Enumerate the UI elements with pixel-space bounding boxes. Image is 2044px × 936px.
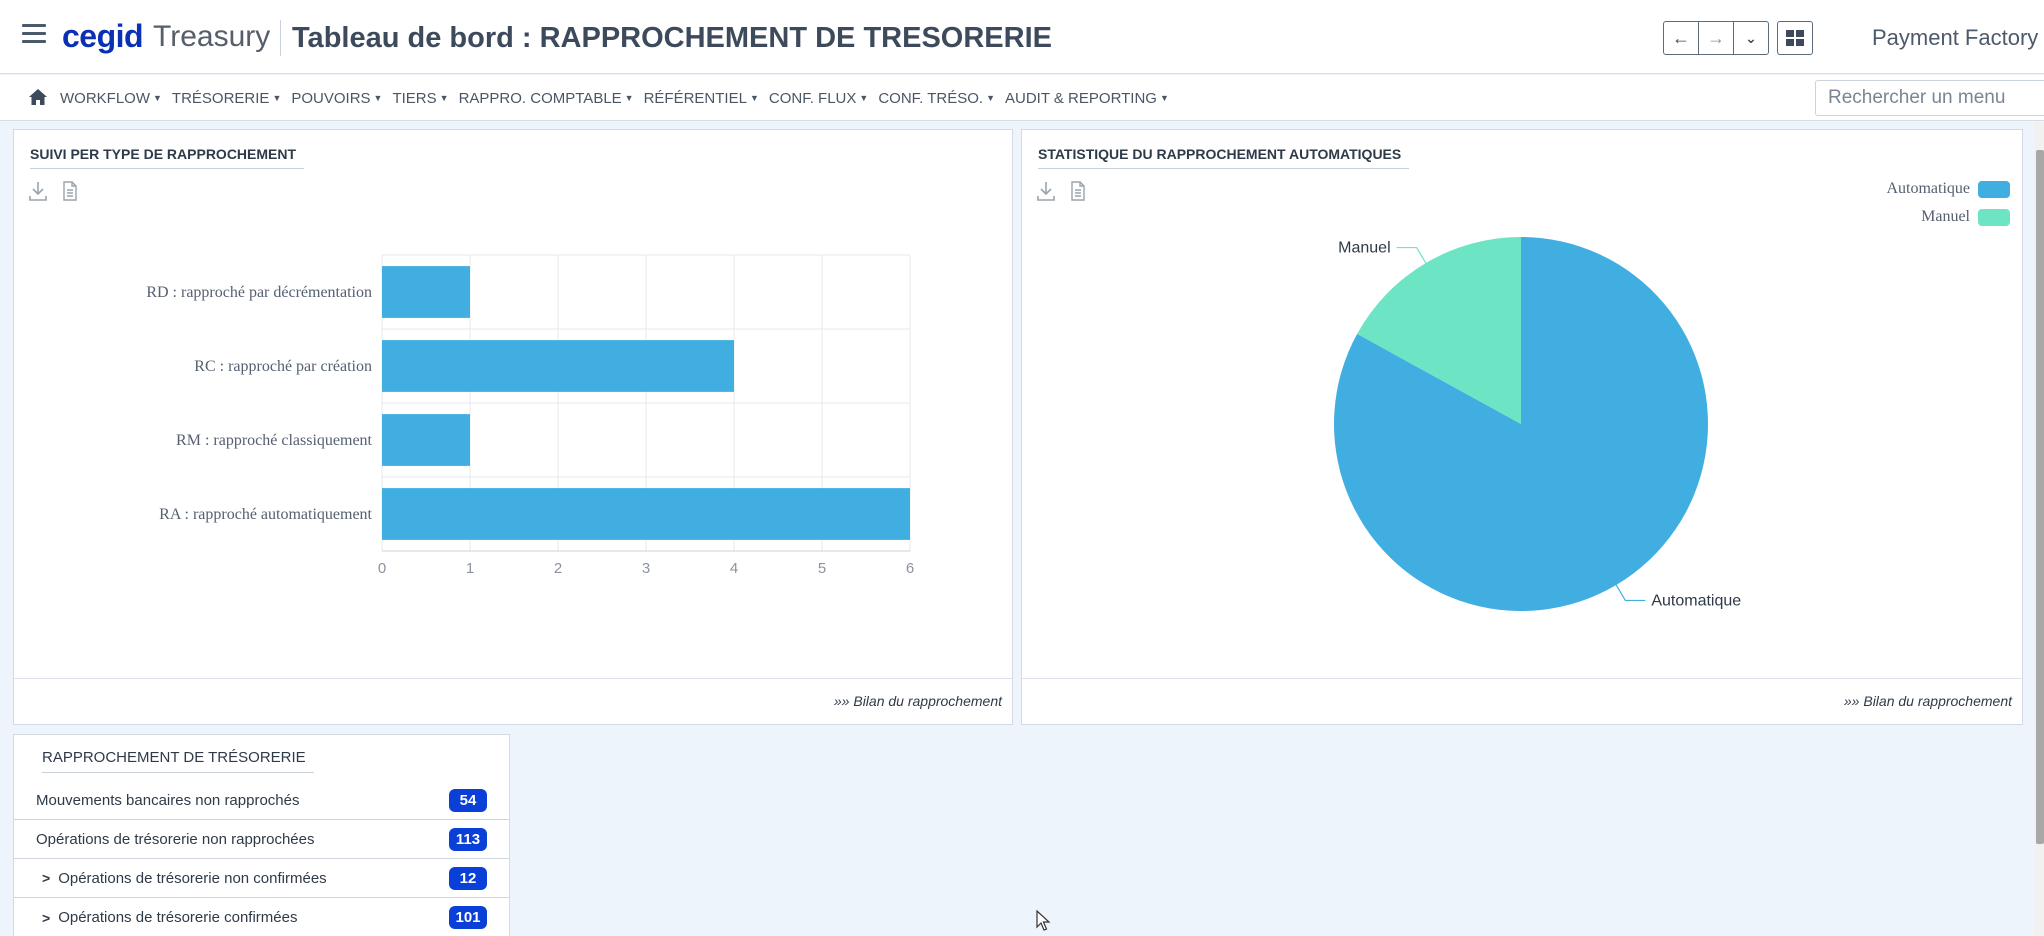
pie-slice-label: Manuel	[1338, 240, 1390, 257]
caret-down-icon: ▼	[373, 93, 383, 103]
x-tick-label: 2	[554, 560, 562, 577]
menu-item-tiers[interactable]: TIERS ▼	[392, 90, 448, 107]
caret-down-icon: ▼	[439, 93, 449, 103]
list-item[interactable]: Opérations de trésorerie non rapprochées…	[14, 820, 509, 859]
mouse-cursor-icon	[1036, 910, 1051, 931]
list-item-label: Mouvements bancaires non rapprochés	[36, 791, 300, 809]
suivi-panel: SUIVI PER TYPE DE RAPPROCHEMENT RD : rap…	[13, 129, 1013, 725]
x-tick-label: 3	[642, 560, 650, 577]
list-item-label: Opérations de trésorerie confirmées	[58, 909, 298, 926]
menu-item-label: POUVOIRS	[291, 90, 371, 107]
product-name: Treasury	[153, 20, 271, 53]
page-title-subject: RAPPROCHEMENT DE TRESORERIE	[539, 22, 1052, 54]
chevron-down-icon: ⌄	[1745, 29, 1757, 46]
x-tick-label: 4	[730, 560, 738, 577]
list-item[interactable]: Mouvements bancaires non rapprochés 54	[14, 781, 509, 820]
header-divider	[280, 20, 281, 56]
menu-item-workflow[interactable]: WORKFLOW ▼	[60, 90, 162, 107]
x-tick-label: 1	[466, 560, 474, 577]
menu-item-conf-flux[interactable]: CONF. FLUX ▼	[769, 90, 868, 107]
chevron-right-icon: >	[42, 909, 51, 926]
hamburger-menu-icon[interactable]	[22, 24, 46, 44]
x-tick-label: 5	[818, 560, 826, 577]
bar[interactable]	[382, 266, 470, 318]
stats-panel: STATISTIQUE DU RAPPROCHEMENT AUTOMATIQUE…	[1021, 129, 2023, 725]
menu-item-label: TIERS	[392, 90, 437, 107]
forward-button[interactable]: →	[1698, 21, 1734, 55]
caret-down-icon: ▼	[859, 93, 869, 103]
arrow-left-icon: ←	[1672, 27, 1690, 48]
chevron-right-icon: >	[42, 870, 51, 886]
menu-search-input[interactable]	[1815, 80, 2044, 116]
menu-item-label: AUDIT & REPORTING	[1004, 90, 1157, 107]
history-dropdown-button[interactable]: ⌄	[1733, 21, 1769, 55]
list-item[interactable]: > Opérations de trésorerie non confirmées…	[14, 859, 509, 898]
arrow-right-icon: →	[1707, 27, 1725, 48]
caret-down-icon: ▼	[272, 93, 282, 103]
menu-item-label: RÉFÉRENTIEL	[643, 90, 747, 107]
caret-down-icon: ▼	[749, 93, 759, 103]
menu-item-audit-reporting[interactable]: AUDIT & REPORTING ▼	[1005, 90, 1169, 107]
nav-buttons: ← → ⌄	[1663, 21, 1813, 55]
dashboard-layout-button[interactable]	[1777, 21, 1813, 55]
bilan-link[interactable]: »» Bilan du rapprochement	[834, 693, 1002, 709]
payment-factory-link[interactable]: Payment Factory	[1872, 25, 2038, 51]
treso-panel: RAPPROCHEMENT DE TRÉSORERIE Mouvements b…	[13, 734, 510, 936]
caret-down-icon: ▼	[986, 93, 995, 103]
page-title: Tableau de bord : RAPPROCHEMENT DE TRESO…	[292, 22, 1052, 55]
menu-item-label: CONF. FLUX	[768, 90, 857, 107]
count-badge: 12	[449, 866, 487, 890]
x-tick-label: 0	[378, 560, 386, 577]
main-menu-bar: WORKFLOW ▼ TRÉSORERIE ▼ POUVOIRS ▼ TIERS ▼ R…	[0, 75, 2044, 121]
pie-slice-label: Automatique	[1651, 592, 1741, 609]
list-item-label: Opérations de trésorerie non confirmées	[58, 869, 327, 887]
menu-item-pouvoirs[interactable]: POUVOIRS ▼	[291, 90, 382, 107]
caret-down-icon: ▼	[1159, 93, 1169, 103]
list-item[interactable]: > Opérations de trésorerie confirmées 101	[14, 898, 509, 936]
app-header: cegid Treasury Tableau de bord : RAPPROC…	[0, 0, 2044, 74]
count-badge: 101	[449, 906, 487, 929]
category-label: RM : rapproché classiquement	[176, 432, 373, 449]
menu-item-conf-treso[interactable]: CONF. TRÉSO. ▼	[878, 90, 995, 107]
treso-list: Mouvements bancaires non rapprochés 54 O…	[14, 781, 509, 936]
panel-footer: »» Bilan du rapprochement	[1022, 678, 2022, 724]
bar[interactable]	[382, 414, 470, 466]
category-label: RC : rapproché par création	[194, 358, 372, 375]
list-item-label: Opérations de trésorerie non rapprochées	[36, 830, 315, 848]
list-item-label-wrap: > Opérations de trésorerie non confirmées	[42, 870, 327, 887]
panel-title: RAPPROCHEMENT DE TRÉSORERIE	[42, 749, 314, 773]
bar[interactable]	[382, 488, 910, 540]
menu-items: WORKFLOW ▼ TRÉSORERIE ▼ POUVOIRS ▼ TIERS ▼ R…	[60, 90, 1179, 107]
menu-item-referentiel[interactable]: RÉFÉRENTIEL ▼	[644, 90, 759, 107]
count-badge: 54	[449, 788, 487, 812]
page-title-prefix: Tableau de bord :	[292, 22, 540, 54]
bar-chart: RD : rapproché par décrémentation RC : ra…	[146, 254, 914, 577]
x-tick-label: 6	[906, 560, 914, 577]
pie-leader-line	[1396, 246, 1427, 264]
menu-item-label: RAPPRO. COMPTABLE	[458, 90, 622, 107]
bilan-link[interactable]: »» Bilan du rapprochement	[1844, 693, 2012, 709]
menu-item-label: CONF. TRÉSO.	[878, 90, 984, 107]
menu-item-rappro-comptable[interactable]: RAPPRO. COMPTABLE ▼	[459, 90, 634, 107]
cegid-logo: cegid	[62, 18, 144, 54]
count-badge: 113	[449, 827, 487, 851]
caret-down-icon: ▼	[153, 93, 162, 103]
back-button[interactable]: ←	[1663, 21, 1699, 55]
list-item-label-wrap: > Opérations de trésorerie confirmées	[42, 909, 297, 926]
grid-layout-icon	[1786, 30, 1804, 46]
menu-item-label: WORKFLOW	[60, 90, 150, 107]
pie-chart: Automatique Manuel	[1334, 237, 1741, 611]
menu-item-tresorerie[interactable]: TRÉSORERIE ▼	[172, 90, 281, 107]
category-label: RD : rapproché par décrémentation	[146, 284, 372, 301]
bar[interactable]	[382, 340, 734, 392]
panel-footer: »» Bilan du rapprochement	[14, 678, 1012, 724]
menu-item-label: TRÉSORERIE	[171, 90, 270, 107]
category-label: RA : rapproché automatiquement	[159, 506, 372, 523]
page-scrollbar-thumb[interactable]	[2036, 150, 2044, 844]
home-icon[interactable]	[28, 88, 48, 106]
pie-leader-line	[1615, 584, 1646, 602]
caret-down-icon: ▼	[624, 93, 634, 103]
